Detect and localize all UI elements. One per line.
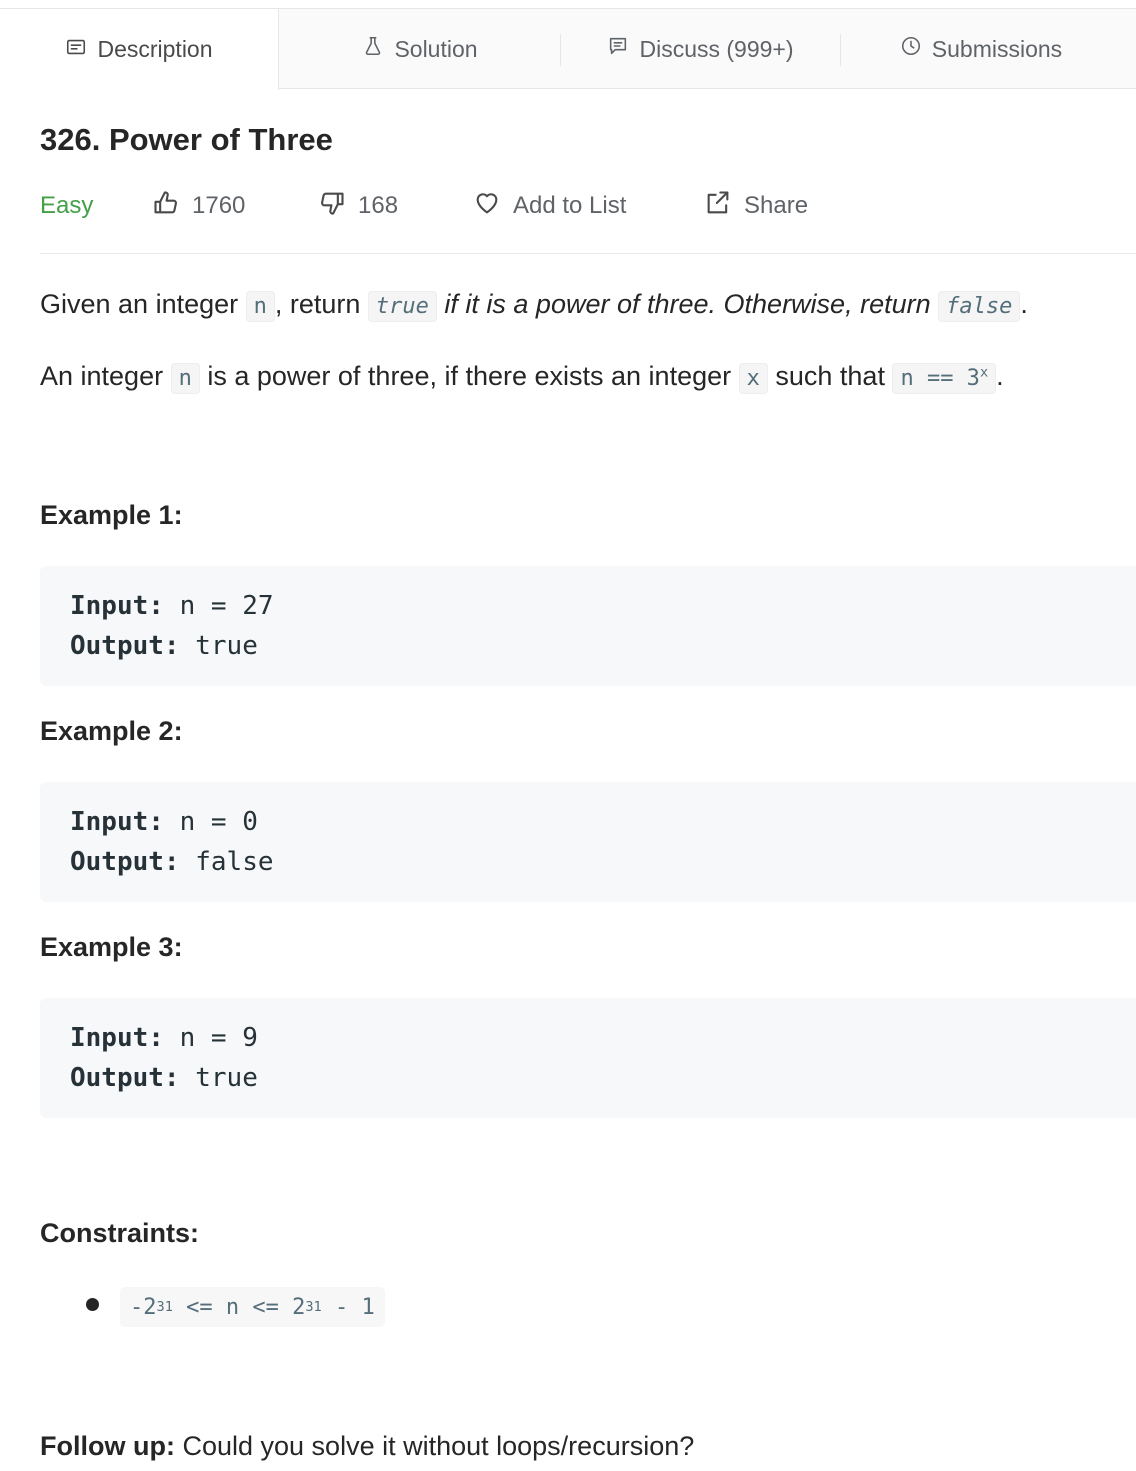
tab-solution[interactable]: Solution bbox=[280, 9, 560, 89]
text: , return bbox=[274, 289, 368, 319]
page-title: 326. Power of Three bbox=[40, 122, 333, 157]
example-heading: Example 3: bbox=[40, 932, 183, 962]
inline-code: n bbox=[170, 363, 200, 394]
input-value: n = 27 bbox=[163, 591, 274, 621]
follow-up-text: Could you solve it without loops/recursi… bbox=[174, 1431, 695, 1461]
inline-code: n == 3x bbox=[892, 363, 997, 394]
code-base: n == 3 bbox=[900, 366, 980, 391]
tab-description[interactable]: Description bbox=[0, 9, 279, 90]
example-heading: Example 2: bbox=[40, 716, 183, 746]
follow-up: Follow up: Could you solve it without lo… bbox=[40, 1426, 694, 1466]
input-label: Input: bbox=[70, 1023, 164, 1053]
inline-code: true bbox=[367, 291, 437, 322]
output-label: Output: bbox=[70, 631, 180, 661]
like-count: 1760 bbox=[192, 192, 246, 219]
constraint-part: <= n <= 2 bbox=[172, 1294, 306, 1320]
difficulty-badge: Easy bbox=[40, 192, 94, 219]
input-value: n = 0 bbox=[163, 807, 258, 837]
tab-label: Solution bbox=[394, 35, 478, 62]
tab-label: Discuss (999+) bbox=[639, 35, 794, 62]
document-icon bbox=[65, 36, 87, 64]
share-icon bbox=[704, 189, 732, 224]
text: An integer bbox=[40, 361, 171, 391]
tab-discuss[interactable]: Discuss (999+) bbox=[561, 9, 840, 89]
input-label: Input: bbox=[70, 807, 164, 837]
code-superscript: x bbox=[979, 364, 989, 381]
text: Given an integer bbox=[40, 289, 246, 319]
text: if it is a power of three. Otherwise, re… bbox=[436, 289, 939, 319]
tab-label: Submissions bbox=[931, 35, 1063, 62]
input-value: n = 9 bbox=[163, 1023, 258, 1053]
thumbs-down-icon bbox=[318, 189, 346, 224]
description-paragraph-2: An integer n is a power of three, if the… bbox=[40, 356, 1004, 399]
output-label: Output: bbox=[70, 847, 180, 877]
problem-meta: Easy 1760 168 Add to List Share bbox=[40, 186, 1136, 226]
example-heading: Example 1: bbox=[40, 500, 183, 530]
tab-submissions[interactable]: Submissions bbox=[841, 9, 1121, 89]
example-block: Input: n = 27 Output: true bbox=[40, 566, 1136, 686]
thumbs-up-icon bbox=[152, 189, 180, 224]
inline-code: x bbox=[738, 363, 768, 394]
bullet bbox=[86, 1298, 99, 1311]
description-paragraph-1: Given an integer n, return true if it is… bbox=[40, 284, 1028, 327]
inline-code: n bbox=[245, 291, 275, 322]
inline-code: false bbox=[938, 291, 1021, 322]
output-value: true bbox=[179, 631, 258, 661]
comment-icon bbox=[607, 35, 629, 63]
like-button[interactable]: 1760 bbox=[152, 186, 245, 226]
add-to-list-button[interactable]: Add to List bbox=[473, 186, 626, 226]
share-label: Share bbox=[744, 192, 809, 219]
header-divider bbox=[40, 253, 1136, 254]
output-value: false bbox=[179, 847, 274, 877]
example-block: Input: n = 9 Output: true bbox=[40, 998, 1136, 1118]
dislike-count: 168 bbox=[358, 192, 399, 219]
input-label: Input: bbox=[70, 591, 164, 621]
output-value: true bbox=[179, 1063, 258, 1093]
text: . bbox=[996, 361, 1004, 391]
tab-label: Description bbox=[97, 36, 213, 62]
clock-icon bbox=[900, 35, 922, 63]
output-label: Output: bbox=[70, 1063, 180, 1093]
follow-up-label: Follow up: bbox=[40, 1431, 175, 1461]
flask-icon bbox=[362, 35, 384, 63]
dislike-button[interactable]: 168 bbox=[318, 186, 398, 226]
constraint-part: -2 bbox=[130, 1294, 157, 1320]
text: such that bbox=[767, 361, 893, 391]
example-block: Input: n = 0 Output: false bbox=[40, 782, 1136, 902]
constraint-part: - 1 bbox=[321, 1294, 375, 1320]
share-button[interactable]: Share bbox=[704, 186, 808, 226]
constraints-heading: Constraints: bbox=[40, 1218, 200, 1248]
tab-bar: Description Solution Discuss (999+) Subm… bbox=[0, 8, 1136, 90]
text: . bbox=[1020, 289, 1028, 319]
add-to-list-label: Add to List bbox=[513, 192, 627, 219]
heart-icon bbox=[473, 189, 501, 224]
constraint-item: -2 31 <= n <= 2 31 - 1 bbox=[120, 1287, 385, 1327]
text: is a power of three, if there exists an … bbox=[199, 361, 739, 391]
